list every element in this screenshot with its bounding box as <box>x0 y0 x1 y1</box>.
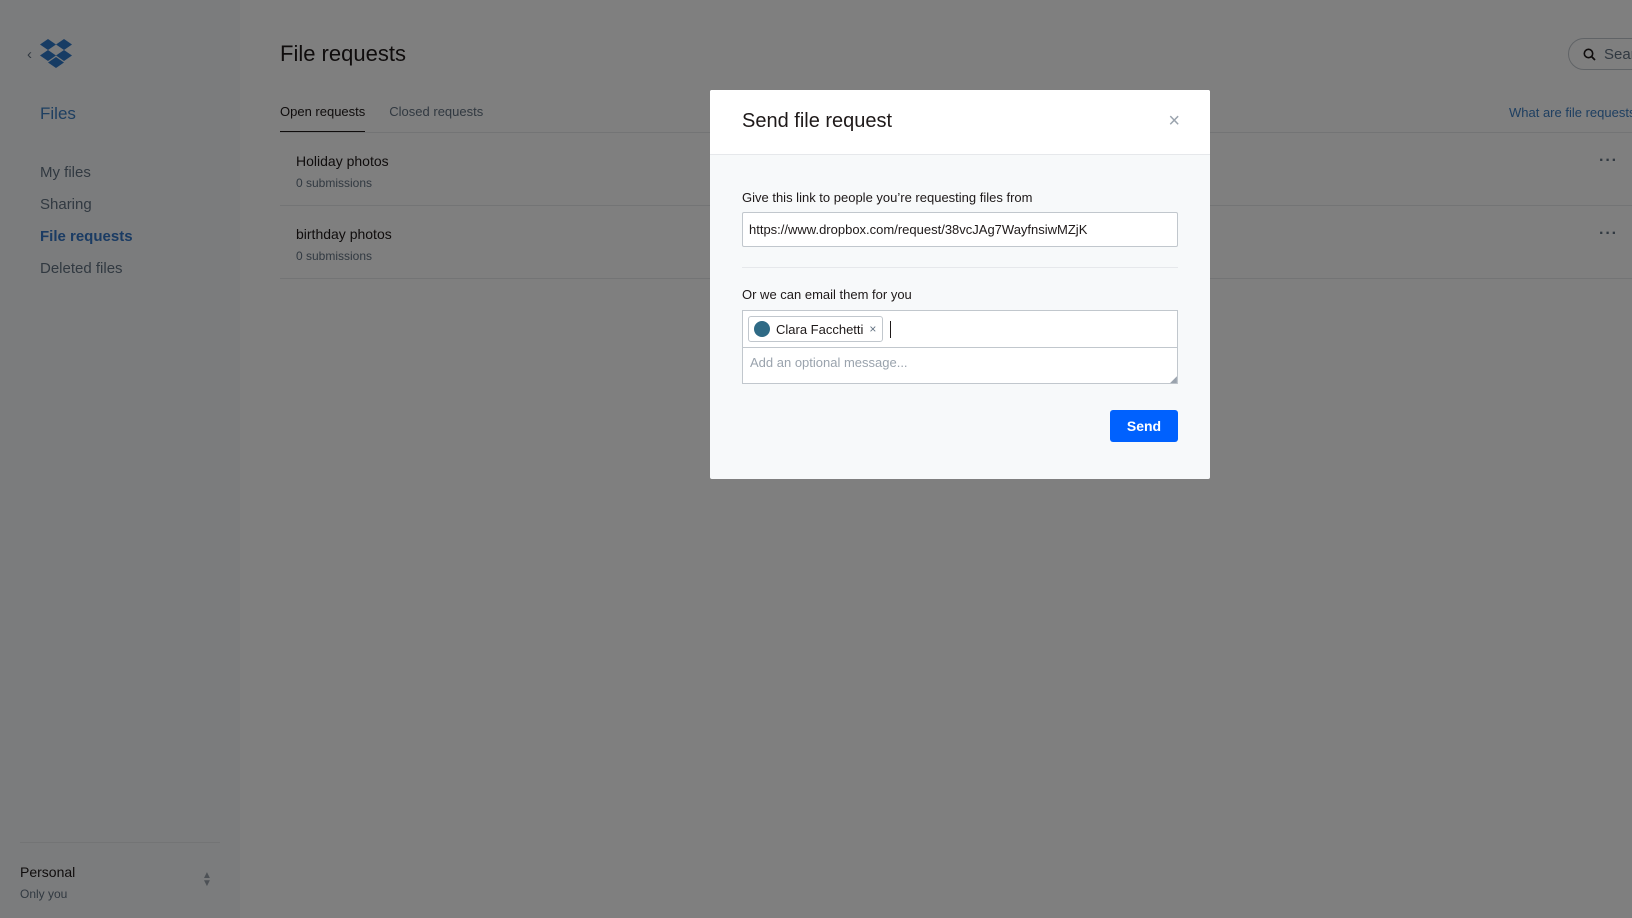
dialog-divider <box>742 267 1178 268</box>
dialog-header: Send file request × <box>710 90 1210 155</box>
email-label: Or we can email them for you <box>742 287 912 302</box>
message-field[interactable] <box>742 347 1178 384</box>
recipient-chip[interactable]: Clara Facchetti × <box>748 316 884 342</box>
dialog-title: Send file request <box>742 110 893 132</box>
link-label: Give this link to people you’re requesti… <box>742 190 1033 205</box>
text-caret <box>890 320 892 338</box>
request-link-field[interactable] <box>742 212 1178 247</box>
close-icon[interactable]: × <box>1168 110 1180 133</box>
recipient-name: Clara Facchetti <box>776 321 864 337</box>
send-file-request-dialog: Send file request × Give this link to pe… <box>710 90 1210 479</box>
resize-grip-icon[interactable]: ◢ <box>1170 374 1177 385</box>
recipient-input[interactable]: Clara Facchetti × <box>742 310 1178 347</box>
avatar <box>754 321 770 337</box>
send-button[interactable]: Send <box>1110 410 1178 442</box>
remove-recipient-icon[interactable]: × <box>869 322 876 336</box>
